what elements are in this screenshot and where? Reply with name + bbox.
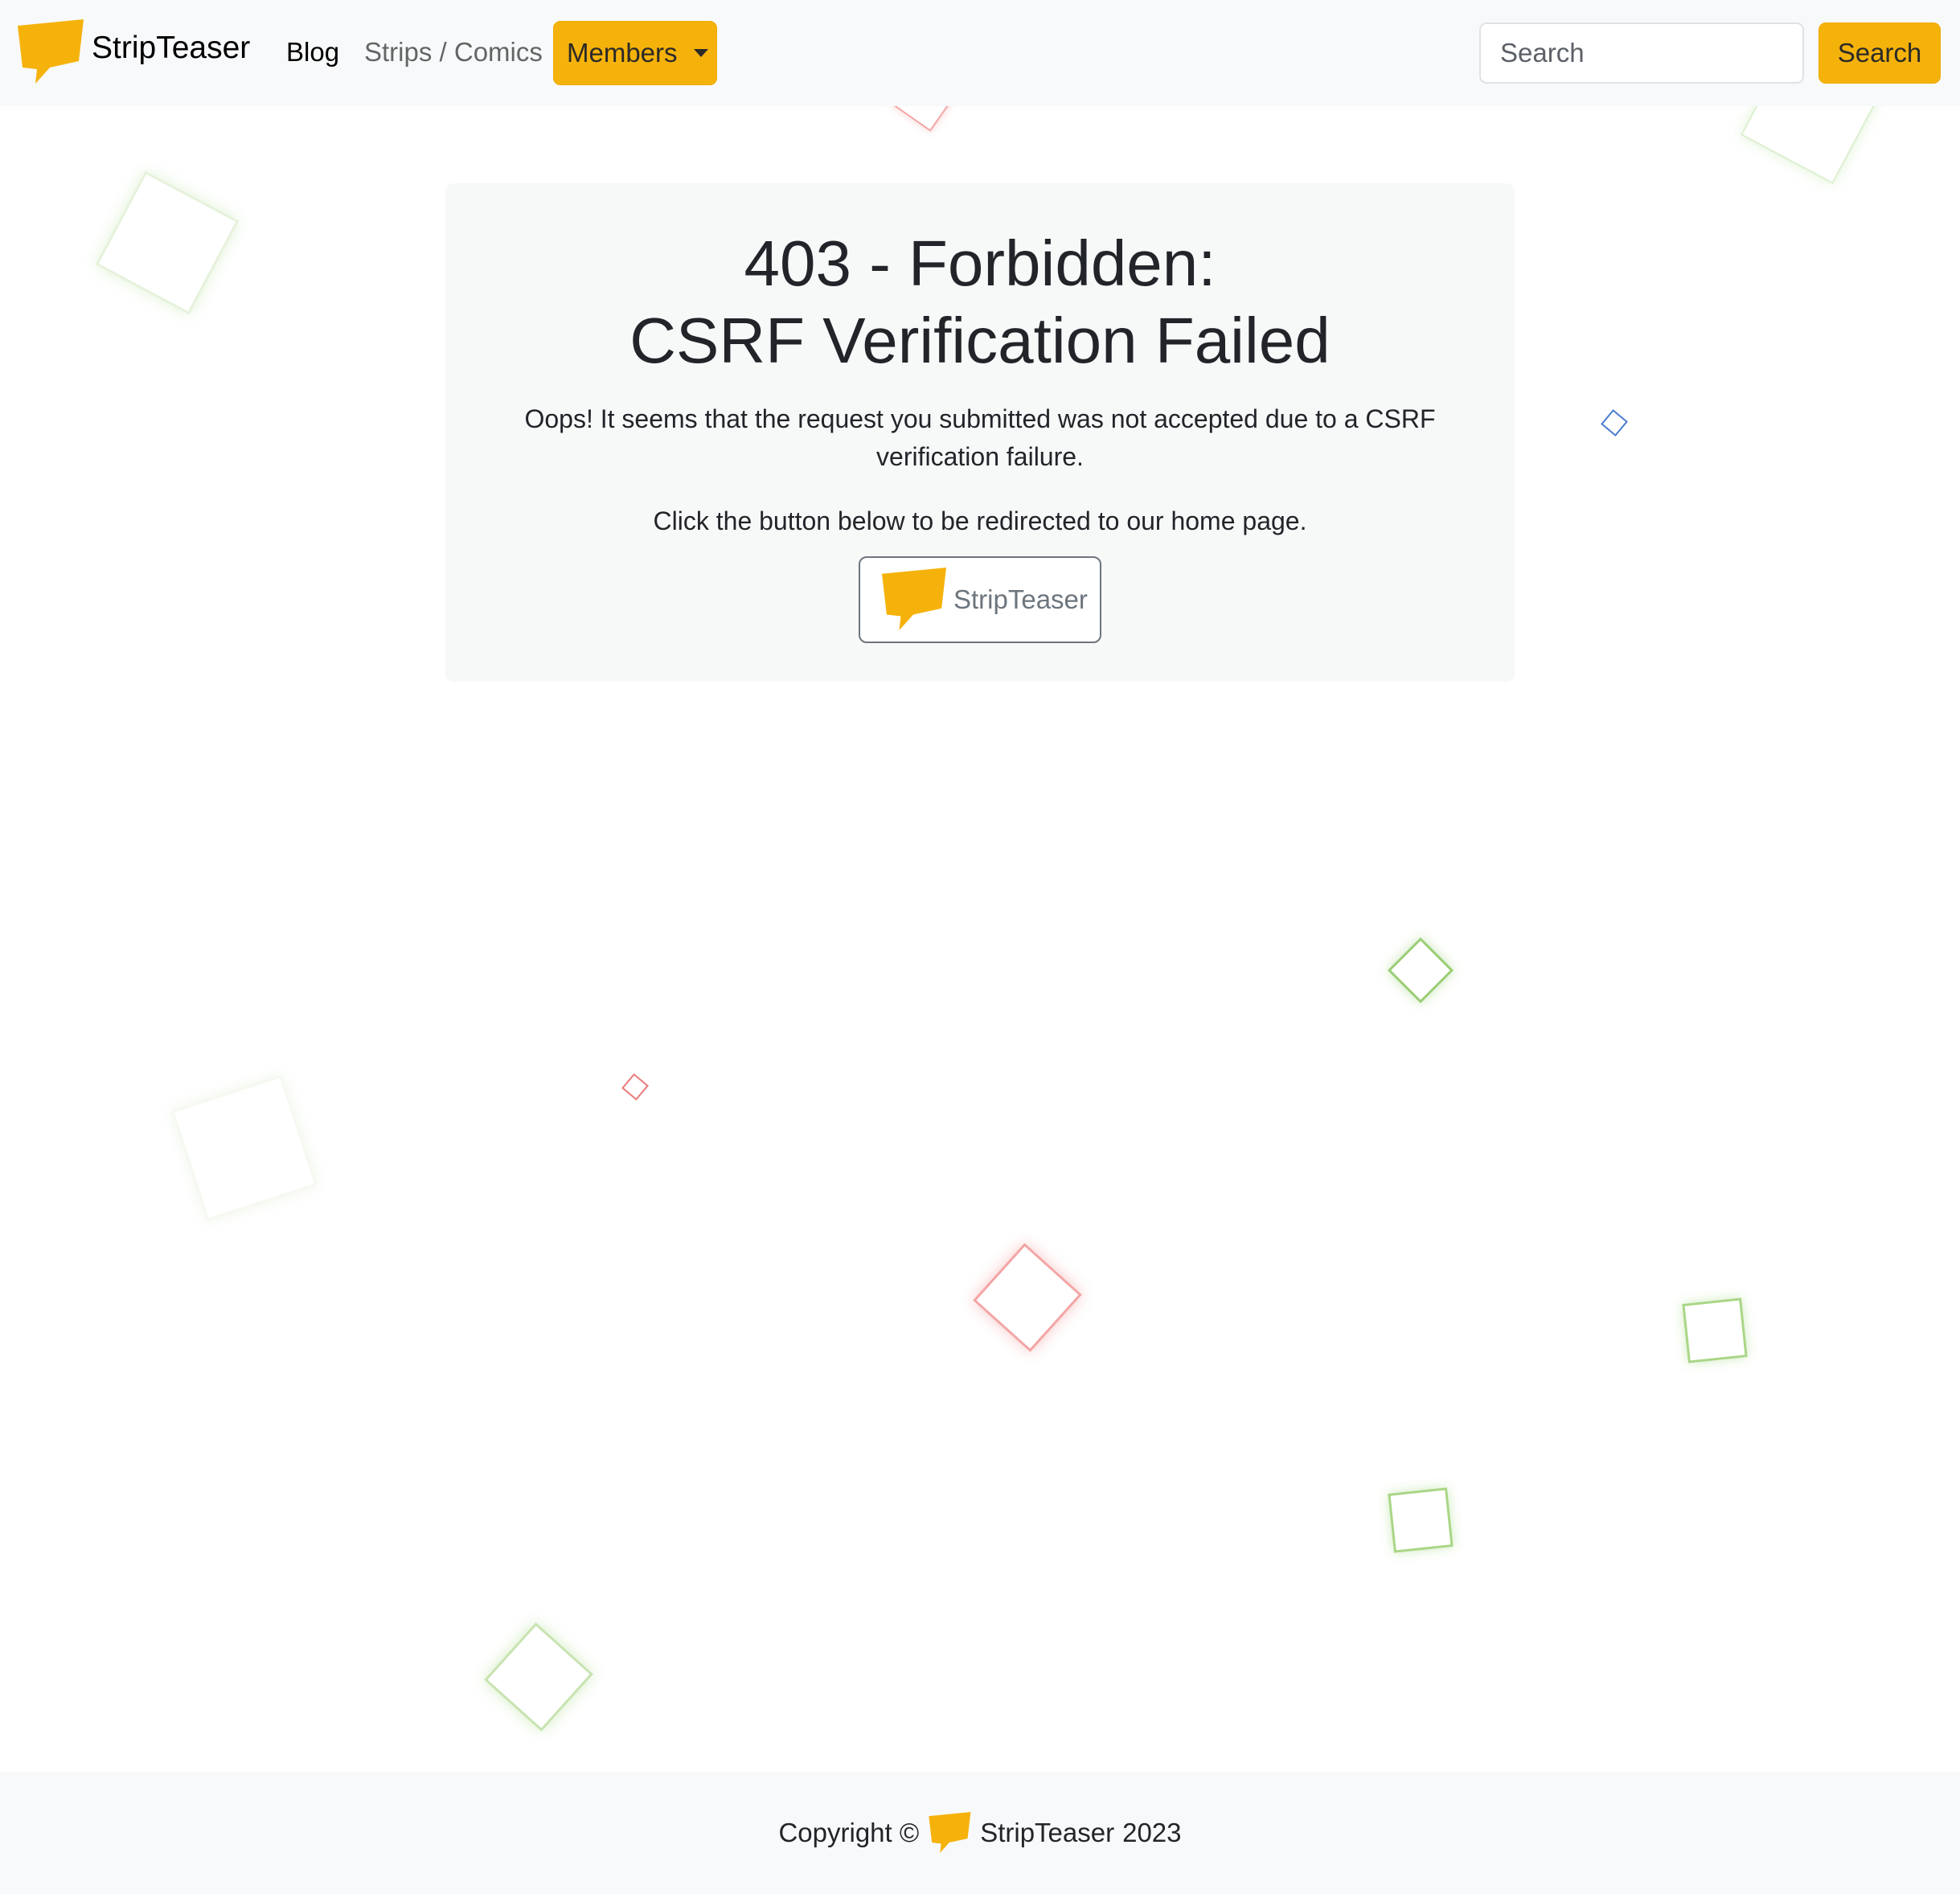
brand-name: StripTeaser xyxy=(92,31,251,65)
search-button[interactable]: Search xyxy=(1819,23,1941,84)
footer: Copyright © StripTeaser 2023 xyxy=(0,1772,1960,1894)
brand-link[interactable]: StripTeaser xyxy=(18,19,250,85)
error-title-line1: 403 - Forbidden: xyxy=(744,228,1216,299)
decorative-square xyxy=(1388,1487,1454,1553)
error-message: Oops! It seems that the request you subm… xyxy=(524,404,1436,471)
speech-bubble-logo-icon xyxy=(882,568,947,631)
error-card: 403 - Forbidden: CSRF Verification Faile… xyxy=(445,183,1515,682)
decorative-square xyxy=(95,170,240,315)
error-title-line2: CSRF Verification Failed xyxy=(629,305,1331,376)
speech-bubble-logo-icon xyxy=(929,1812,971,1853)
decorative-square xyxy=(1682,1298,1748,1363)
decorative-square xyxy=(484,1622,593,1732)
navbar: StripTeaser Blog Strips / Comics Members… xyxy=(0,0,1960,106)
home-button[interactable]: StripTeaser xyxy=(859,556,1101,643)
caret-down-icon xyxy=(693,49,708,57)
decorative-square xyxy=(621,1073,649,1101)
footer-year: 2023 xyxy=(1122,1818,1182,1847)
copyright-text: Copyright © xyxy=(778,1818,920,1847)
decorative-square xyxy=(973,1243,1082,1352)
search-input[interactable] xyxy=(1479,23,1804,84)
home-button-label: StripTeaser xyxy=(953,584,1088,614)
redirect-instruction: Click the button below to be redirected … xyxy=(653,506,1307,535)
decorative-square xyxy=(1601,409,1628,437)
members-label: Members xyxy=(567,38,678,68)
speech-bubble-logo-icon xyxy=(18,19,84,84)
decorative-square xyxy=(171,1075,318,1221)
nav-link-blog[interactable]: Blog xyxy=(286,32,339,72)
decorative-square xyxy=(1387,937,1454,1004)
footer-brand-name: StripTeaser xyxy=(980,1818,1115,1847)
nav-link-strips-comics[interactable]: Strips / Comics xyxy=(364,32,543,72)
members-dropdown-button[interactable]: Members xyxy=(553,21,717,85)
